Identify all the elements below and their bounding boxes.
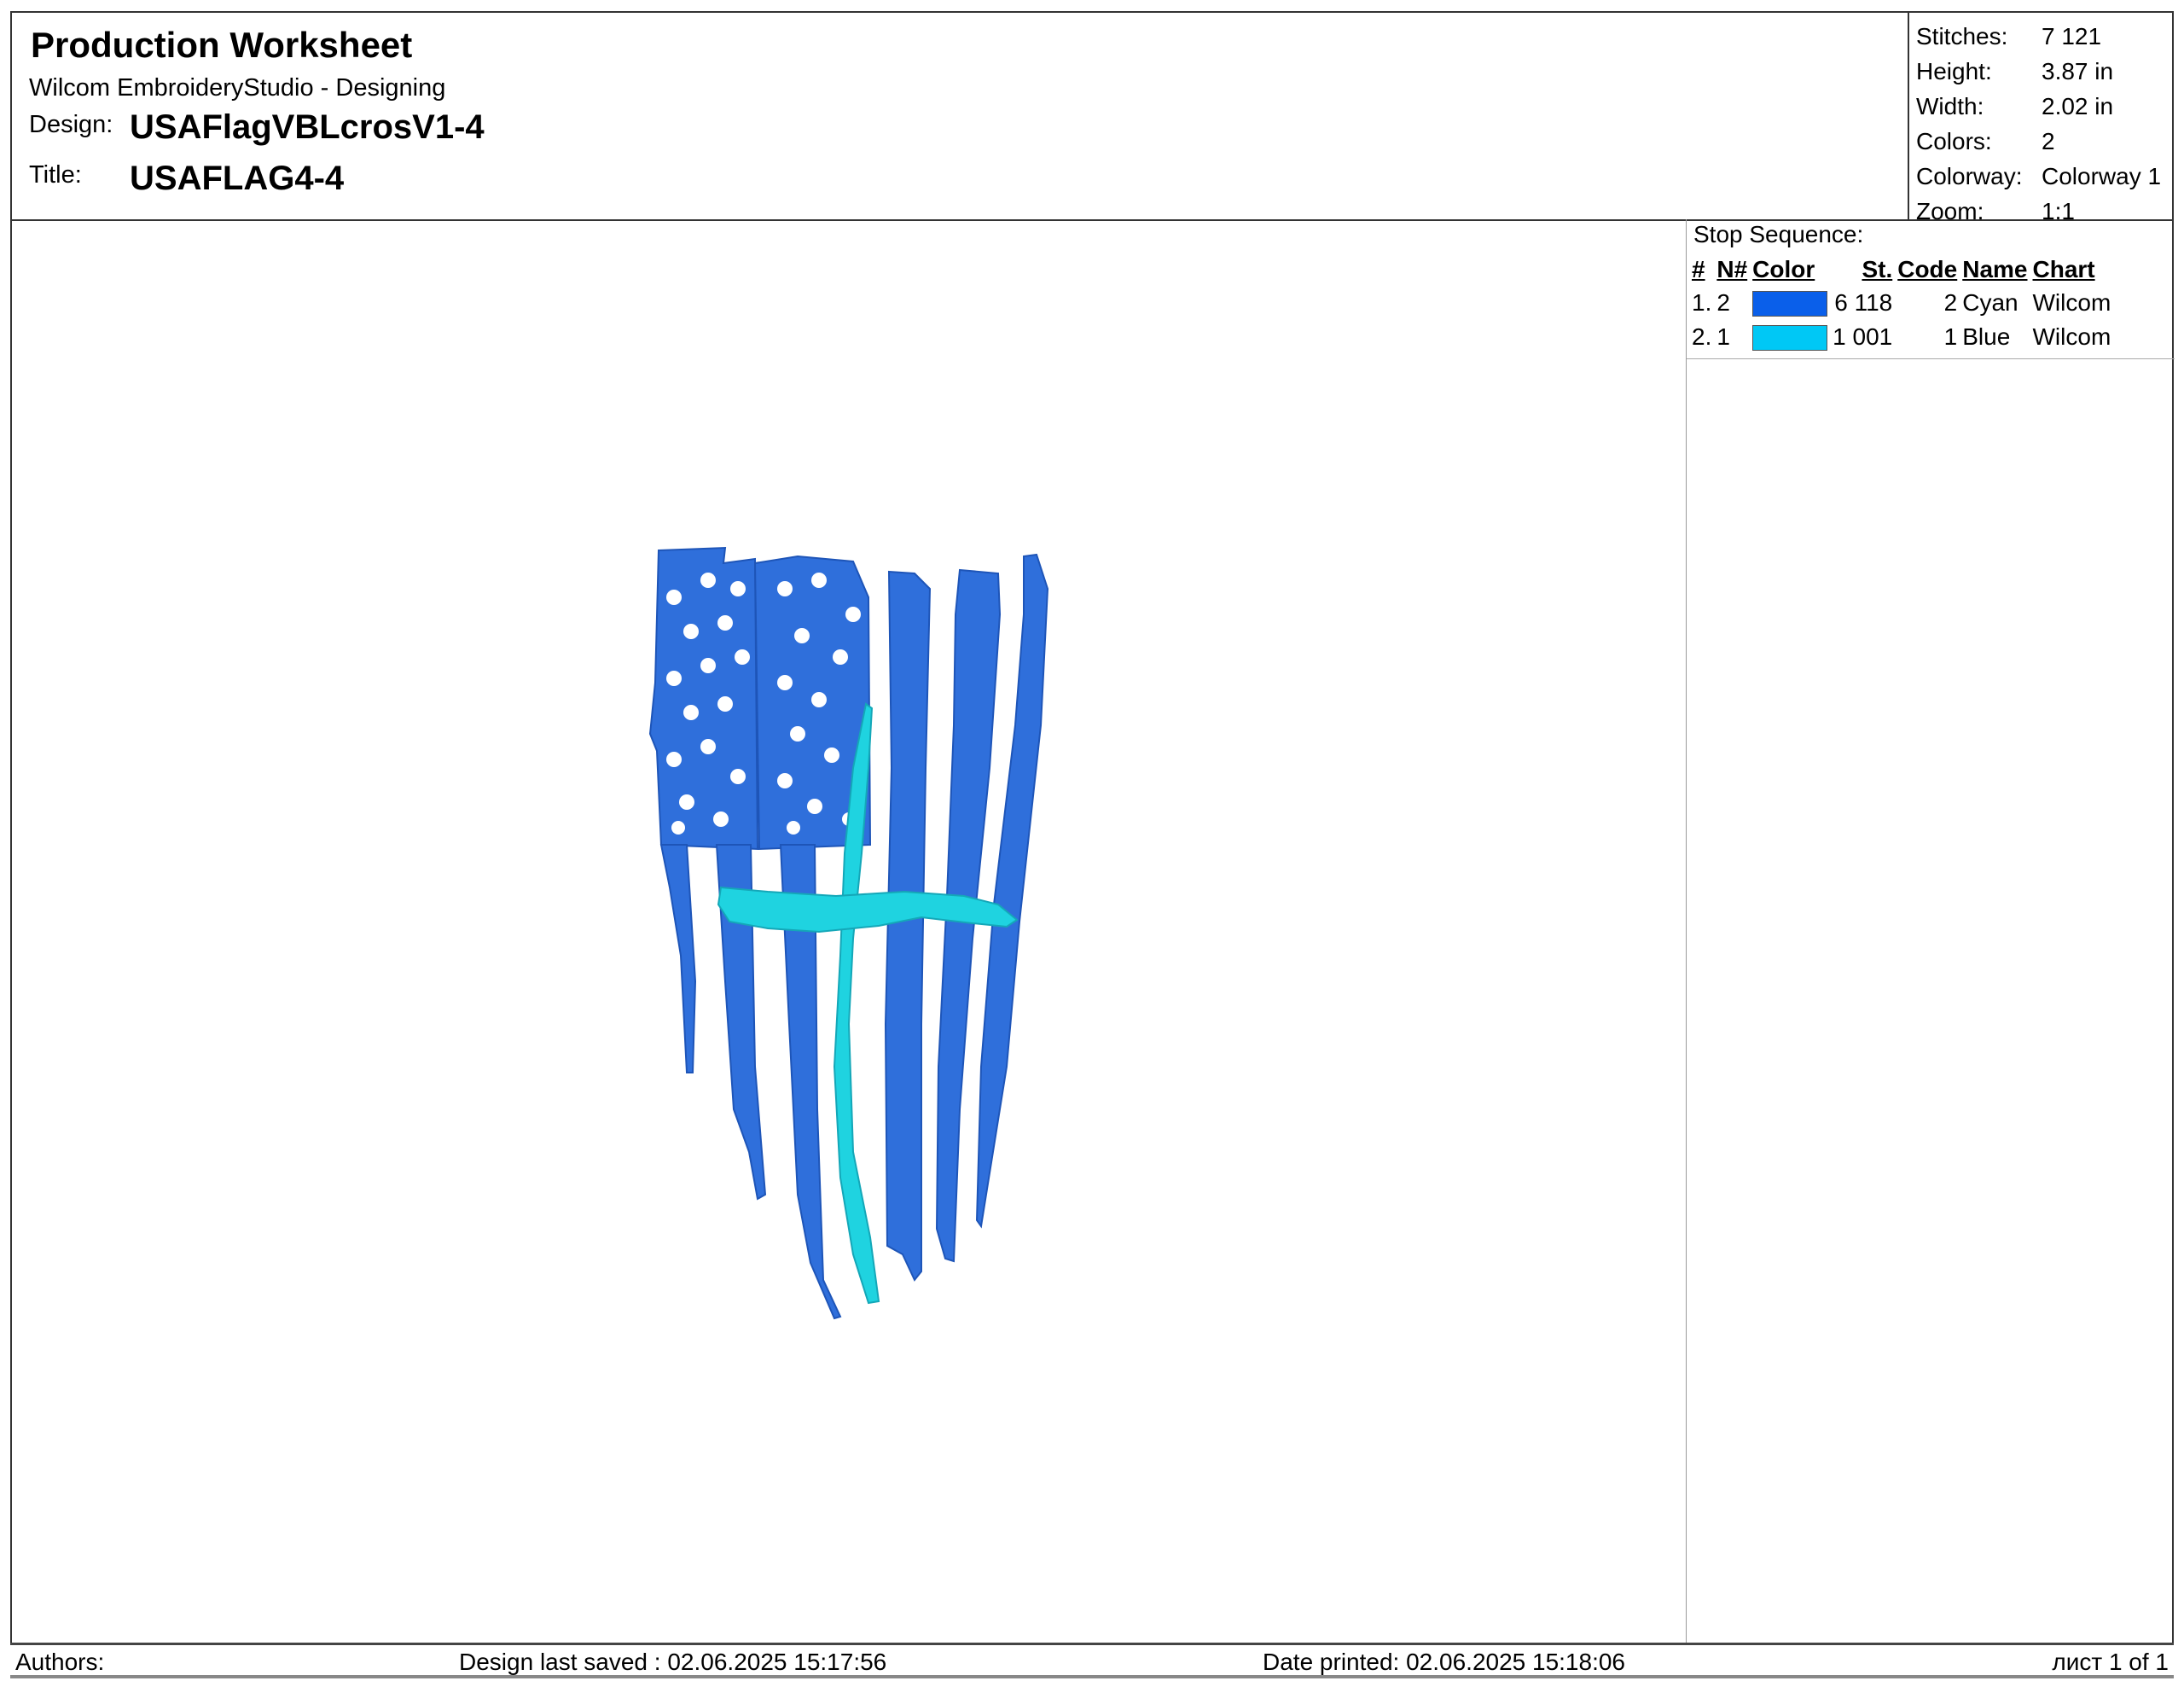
col-name: Name (1962, 253, 2032, 286)
stripe-4 (886, 572, 930, 1280)
row-code: 1 (1897, 320, 1962, 354)
row-code: 2 (1897, 286, 1962, 320)
row-needle: 2 (1716, 286, 1752, 320)
stop-sequence-panel: Stop Sequence: # N# Color St. Code Name … (1686, 219, 2174, 1644)
table-row: 1. 2 6 118 2 Cyan Wilcom (1692, 286, 2116, 320)
table-header: # N# Color St. Code Name Chart (1692, 253, 2116, 286)
row-chart: Wilcom (2033, 320, 2117, 354)
row-index: 1. (1692, 286, 1716, 320)
row-index: 2. (1692, 320, 1716, 354)
authors-label: Authors: (15, 1649, 104, 1676)
date-printed: Date printed: 02.06.2025 15:18:06 (1263, 1649, 1625, 1676)
col-color: Color (1752, 253, 1833, 286)
row-stitches: 6 118 (1833, 286, 1897, 320)
row-needle: 1 (1716, 320, 1752, 354)
col-index: # (1692, 253, 1716, 286)
divider (1687, 358, 2175, 359)
stop-sequence-table: # N# Color St. Code Name Chart 1. 2 6 11… (1692, 253, 2116, 354)
stripe-1 (661, 845, 695, 1073)
stop-sequence-title: Stop Sequence: (1693, 221, 1863, 248)
row-chart: Wilcom (2033, 286, 2117, 320)
design-last-saved: Design last saved : 02.06.2025 15:17:56 (459, 1649, 886, 1676)
table-row: 2. 1 1 001 1 Blue Wilcom (1692, 320, 2116, 354)
row-name: Blue (1962, 320, 2032, 354)
worksheet-footer: Authors: Design last saved : 02.06.2025 … (10, 1643, 2174, 1678)
color-swatch (1752, 291, 1827, 317)
col-chart: Chart (2033, 253, 2117, 286)
row-name: Cyan (1962, 286, 2032, 320)
row-stitches: 1 001 (1833, 320, 1897, 354)
col-needle: N# (1716, 253, 1752, 286)
page-number: лист 1 of 1 (2052, 1649, 2169, 1676)
row-color (1752, 320, 1833, 354)
color-swatch (1752, 325, 1827, 351)
row-color (1752, 286, 1833, 320)
col-stitches: St. (1833, 253, 1897, 286)
col-code: Code (1897, 253, 1962, 286)
